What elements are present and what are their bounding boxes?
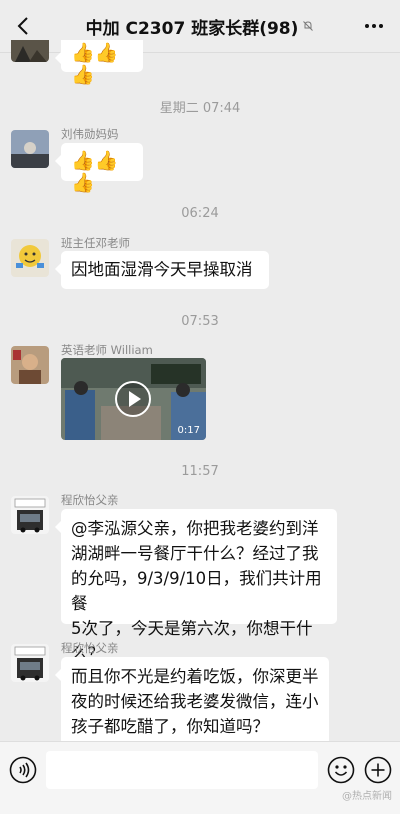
title-wrap: 中加 C2307 班家长群(98) — [86, 14, 315, 39]
message-line: 而且你不光是约着吃饭，你深更半 — [71, 667, 319, 686]
message-bubble[interactable]: 因地面湿滑今天早操取消 — [55, 251, 269, 289]
chevron-left-icon — [17, 17, 28, 35]
message-line: 的允吗，9/3/9/10日，我们共计用餐 — [71, 569, 322, 613]
chat-title: 中加 C2307 班家长群(98) — [85, 18, 299, 39]
avatar[interactable] — [11, 40, 49, 62]
more-button[interactable] — [362, 14, 386, 38]
watermark: @热点新闻 — [342, 791, 392, 802]
avatar[interactable] — [11, 346, 49, 384]
plus-circle-icon[interactable] — [364, 756, 392, 784]
time-separator: 06:24 — [181, 206, 219, 221]
message-bubble[interactable]: 👍👍👍 — [55, 143, 143, 194]
time-separator: 星期二 07:44 — [159, 101, 241, 116]
smile-icon[interactable] — [327, 756, 355, 784]
play-icon[interactable] — [114, 380, 152, 418]
time-separator: 11:57 — [181, 464, 219, 479]
video-duration: 0:17 — [177, 425, 200, 436]
sender-name: 刘伟勋妈妈 — [61, 127, 119, 141]
time-separator: 07:53 — [181, 314, 219, 329]
message-input[interactable] — [46, 751, 318, 789]
message-line: 夜的时候还给我老婆发微信，连小 — [71, 692, 319, 711]
bell-muted-icon — [303, 21, 314, 31]
thumbs-up-emoji: 👍👍👍 — [71, 150, 119, 194]
avatar[interactable] — [11, 130, 49, 168]
message-bubble[interactable]: 而且你不光是约着吃饭，你深更半 夜的时候还给我老婆发微信，连小 孩子都吃醋了，你… — [55, 657, 329, 745]
avatar[interactable] — [11, 644, 49, 682]
input-bar: @热点新闻 — [0, 741, 400, 814]
video-message[interactable]: 0:17 — [61, 358, 206, 440]
avatar[interactable] — [11, 239, 49, 277]
avatar[interactable] — [11, 496, 49, 534]
sender-name: 程欣怡父亲 — [61, 493, 119, 507]
sender-name: 英语老师 William — [61, 343, 153, 357]
chat-header: 中加 C2307 班家长群(98) — [0, 0, 400, 53]
sender-name: 程欣怡父亲 — [61, 641, 119, 655]
voice-icon[interactable] — [9, 756, 37, 784]
ellipsis-icon — [365, 24, 383, 28]
message-line: 湖湖畔一号餐厅干什么？经过了我 — [71, 544, 319, 563]
sender-name: 班主任邓老师 — [61, 236, 130, 250]
thumbs-up-emoji: 👍👍👍 — [71, 42, 119, 86]
message-line: 孩子都吃醋了，你知道吗？ — [71, 717, 269, 736]
back-button[interactable] — [12, 14, 34, 38]
message-bubble[interactable]: @李泓源父亲，你把我老婆约到洋 湖湖畔一号餐厅干什么？经过了我 的允吗，9/3/… — [55, 509, 337, 663]
message-line: @李泓源父亲，你把我老婆约到洋 — [71, 519, 319, 538]
message-bubble[interactable]: 👍👍👍 — [55, 40, 143, 86]
message-text: 因地面湿滑今天早操取消 — [71, 260, 253, 279]
